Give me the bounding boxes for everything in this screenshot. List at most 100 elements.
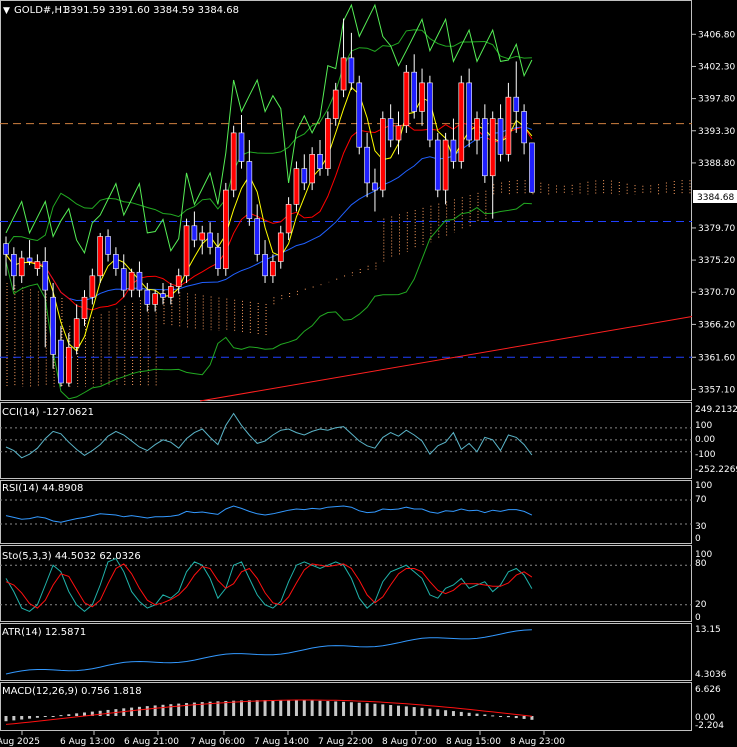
candle-body [215,246,221,269]
macd-histogram-bar [514,716,518,719]
candle-body [136,271,143,291]
macd-histogram-bar [145,706,149,716]
candle-body [325,118,331,169]
candle-body [81,296,88,319]
candle-body [223,189,229,269]
macd-histogram-bar [287,700,291,716]
collapse-arrow-icon[interactable]: ▼ [3,6,10,16]
candle-body [97,236,103,277]
macd-histogram-bar [467,712,471,716]
macd-histogram-bar [75,713,79,716]
macd-histogram-bar [263,700,267,716]
time-axis-label: 8 Aug 23:00 [510,737,565,747]
axes: 3406.80 3402.30 3397.80 3393.30 3388.80 3379.… [0,30,737,747]
cci-line [5,412,533,459]
candle-body [128,271,135,291]
candle-body [505,96,512,155]
macd-histogram-bar [365,703,369,716]
macd-histogram-bar [67,714,71,716]
time-axis-label: 7 Aug 06:00 [190,737,245,747]
time-axis-label: 6 Aug 21:00 [124,737,179,747]
rsi-line [5,505,533,523]
candle-body [191,225,198,241]
candle-body [66,346,72,384]
chart-svg: 3406.80 3402.30 3397.80 3393.30 3388.80 3379.… [0,0,737,747]
candle-body [395,125,402,141]
candle-body [175,275,182,287]
macd-histogram-bar [412,707,416,716]
macd-histogram-bar [59,715,63,717]
candle-body [42,261,49,291]
candle-body [427,82,433,141]
macd-histogram-bar [294,700,298,716]
candle-body [238,132,245,162]
candle-body [497,118,504,155]
candle-body [442,139,449,191]
candle-body [152,293,158,305]
atr-axis-max: 13.15 [695,625,721,635]
macd-histogram-bar [404,706,408,716]
rsi-axis-0: 0 [695,534,701,544]
atr-label: ATR(14) 12.5871 [2,627,86,638]
macd-histogram-bar [177,703,181,716]
rsi-axis-100: 100 [695,481,712,491]
candle-body [73,318,80,348]
macd-histogram-bar [318,700,322,716]
macd-axis-max: 6.626 [695,685,721,695]
cci-axis-0: 0.00 [695,435,715,445]
time-axis-label: 8 Aug 07:00 [382,737,437,747]
candle-body [419,82,425,112]
candle-body [458,82,465,162]
price-axis-label: 3370.70 [698,288,735,298]
trendline [199,316,693,402]
macd-histogram-bar [232,700,236,716]
macd-histogram-bar [349,702,353,716]
candle-body [403,71,410,127]
candle-body [254,218,260,255]
candle-body [387,118,394,141]
stoch-axis-80: 80 [695,559,707,569]
macd-histogram-bar [35,716,39,718]
macd-histogram-bar [255,700,259,716]
price-axis-label: 3357.10 [698,385,735,395]
candle-body [340,57,347,91]
chart-title: GOLD#,H1 [14,5,68,16]
macd-histogram-bar [137,706,141,716]
macd-histogram-bar [436,709,440,716]
macd-histogram-bar [475,713,479,716]
time-axis-label: 8 Aug 15:00 [446,737,501,747]
candle-body [285,204,292,234]
cci-axis-minus100: -100 [695,450,716,460]
macd-histogram-bar [506,716,510,718]
cci-axis-100: 100 [695,421,712,431]
macd-histogram-bar [357,702,361,716]
macd-axis-min: -2.204 [695,721,724,731]
candle-body [50,296,56,355]
candle-body [113,254,119,269]
macd-histogram-bar [12,716,16,721]
candle-body [317,154,323,169]
atr-axis-min: 4.3036 [695,670,727,680]
macd-histogram-bar [389,705,393,716]
macd-histogram-bar [397,705,400,716]
macd-histogram-bar [334,701,338,716]
macd-histogram-bar [342,701,346,716]
macd-histogram-bar [483,714,487,716]
macd-histogram-bar [153,705,157,716]
candle-body [466,82,472,141]
price-axis-label: 3393.30 [698,127,735,137]
macd-histogram-bar [302,700,306,716]
candle-body [474,118,480,141]
macd-histogram-bar [491,715,495,717]
candle-body [450,139,457,162]
current-price-tag: 3384.68 [697,193,734,203]
pane-frame-4 [0,623,692,681]
cci-axis-max: 249.2132 [695,405,737,415]
candle-body [379,118,386,191]
macd-histogram-bar [451,711,455,716]
candle-body [372,182,378,191]
macd-histogram-bar [28,716,32,719]
rsi-axis-30: 30 [695,522,707,532]
macd-histogram-bar [459,711,463,716]
macd-histogram-bar [247,700,251,716]
